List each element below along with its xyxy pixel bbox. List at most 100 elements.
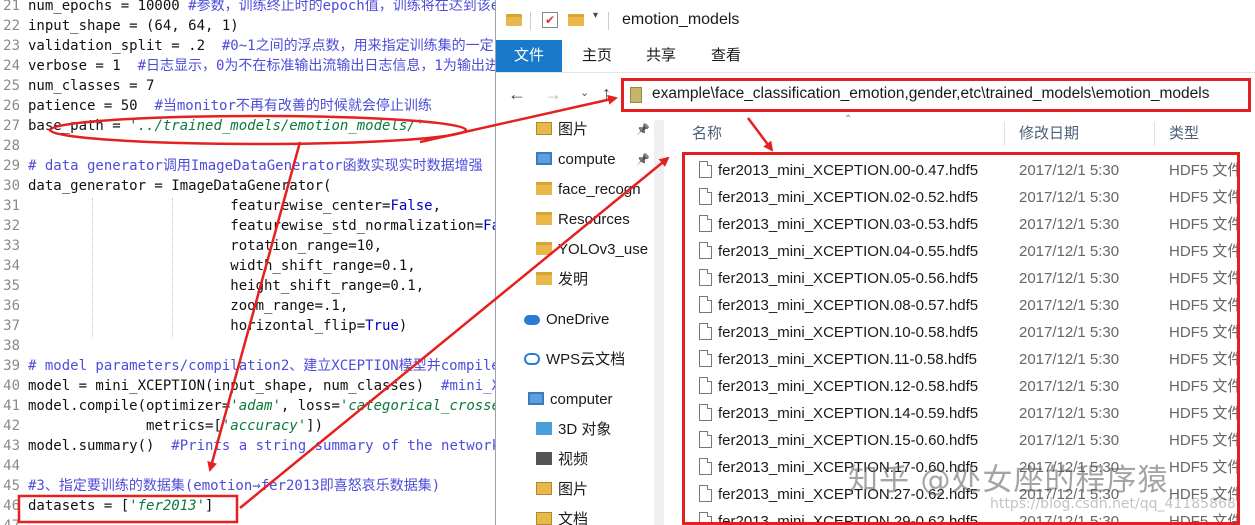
address-bar[interactable]: example\face_classification_emotion,gend… [621, 78, 1251, 112]
code-line: 29 # data generator调用ImageDataGenerator函数… [0, 156, 495, 176]
file-row[interactable]: fer2013_mini_XCEPTION.12-0.58.hdf5 2017/1… [685, 373, 1237, 400]
nav-item[interactable]: 发明 [536, 265, 588, 295]
pin-icon[interactable]: 📌 [636, 145, 650, 175]
file-icon [699, 188, 712, 205]
file-name: fer2013_mini_XCEPTION.11-0.58.hdf5 [718, 351, 978, 368]
file-type: HDF5 文件 [1169, 459, 1240, 476]
folder-icon [536, 242, 552, 255]
nav-item[interactable]: compute 📌 [536, 145, 650, 175]
file-icon [699, 377, 712, 394]
navigation-bar: ← → ⌄ ↑ example\face_classification_emot… [496, 72, 1255, 120]
file-name: fer2013_mini_XCEPTION.05-0.56.hdf5 [718, 270, 979, 287]
code-token: # data generator调用ImageDataGenerator函数实现… [28, 158, 483, 174]
nav-item[interactable]: YOLOv3_use [536, 235, 648, 265]
nav-item[interactable]: Resources [536, 205, 630, 235]
back-arrow-icon[interactable]: ← [508, 84, 526, 105]
nav-item[interactable]: OneDrive [524, 305, 609, 335]
nav-item-label: computer [550, 391, 613, 408]
file-row[interactable]: fer2013_mini_XCEPTION.00-0.47.hdf5 2017/1… [685, 157, 1240, 184]
divider [1004, 122, 1005, 146]
file-type: HDF5 文件 [1169, 351, 1240, 368]
code-line: 35 height_shift_range=0.1, [0, 276, 495, 296]
column-header-date[interactable]: 修改日期 [1019, 120, 1079, 148]
file-date: 2017/12/1 5:30 [1019, 270, 1120, 287]
computer-icon [528, 392, 544, 405]
tab-file[interactable]: 文件 [496, 40, 562, 72]
nav-scrollbar[interactable] [654, 120, 664, 525]
line-number: 41 [3, 398, 20, 414]
column-header-name[interactable]: 名称 [692, 120, 722, 148]
line-number: 38 [3, 338, 20, 354]
line-number: 40 [3, 378, 20, 394]
line-number: 43 [3, 438, 20, 454]
nav-item-label: Resources [558, 211, 630, 228]
code-line: 42 metrics=['accuracy']) [0, 416, 495, 436]
code-line: 22 input_shape = (64, 64, 1) [0, 16, 495, 36]
file-icon [699, 512, 712, 522]
file-row[interactable]: fer2013_mini_XCEPTION.15-0.60.hdf5 2017/1… [685, 427, 1237, 454]
line-number: 44 [3, 458, 20, 474]
file-date: 2017/12/1 5:30 [1019, 405, 1120, 422]
file-row[interactable]: fer2013_mini_XCEPTION.05-0.56.hdf5 2017/1… [685, 265, 1237, 292]
file-row[interactable]: fer2013_mini_XCEPTION.08-0.57.hdf5 2017/1… [685, 292, 1237, 319]
recent-locations-chevron-icon[interactable]: ⌄ [580, 86, 589, 99]
nav-item[interactable]: 图片 [536, 475, 588, 505]
file-row[interactable]: fer2013_mini_XCEPTION.02-0.52.hdf5 2017/1… [685, 184, 1240, 211]
file-type: HDF5 文件 [1169, 162, 1240, 179]
code-line: 40 model = mini_XCEPTION(input_shape, num… [0, 376, 495, 396]
line-number: 31 [3, 198, 20, 214]
file-row[interactable]: fer2013_mini_XCEPTION.03-0.53.hdf5 2017/1… [685, 211, 1237, 238]
quick-access-dropdown-icon[interactable]: ▾ [593, 10, 598, 21]
file-row[interactable]: fer2013_mini_XCEPTION.11-0.58.hdf5 2017/1… [685, 346, 1240, 373]
code-line: 33 rotation_range=10, [0, 236, 495, 256]
new-folder-icon[interactable] [568, 14, 584, 26]
nav-item-label: 图片 [558, 481, 589, 498]
nav-item[interactable]: 文档 [536, 505, 588, 525]
code-token: height_shift_range=0.1, [28, 278, 425, 294]
line-number: 32 [3, 218, 20, 234]
tab-view[interactable]: 查看 [711, 40, 741, 72]
properties-check-icon[interactable]: ✔ [542, 12, 558, 28]
file-date: 2017/12/1 5:30 [1019, 351, 1120, 368]
nav-item[interactable]: 3D 对象 [536, 415, 611, 445]
file-date: 2017/12/1 5:30 [1019, 189, 1120, 206]
line-number: 25 [3, 78, 20, 94]
file-row[interactable]: fer2013_mini_XCEPTION.10-0.58.hdf5 2017/1… [685, 319, 1237, 346]
nav-item[interactable]: computer [528, 385, 613, 415]
code-token: num_epochs = 10000 [28, 0, 189, 14]
file-date: 2017/12/1 5:30 [1019, 216, 1120, 233]
nav-item[interactable]: 视频 [536, 445, 588, 475]
code-editor[interactable]: 21 num_epochs = 10000 #参数，训练终止时的epoch值，训练… [0, 0, 495, 525]
file-explorer-window: ✔ ▾ emotion_models 文件 主页 共享 查看 ← → ⌄ ↑ e… [495, 0, 1255, 525]
file-row[interactable]: fer2013_mini_XCEPTION.04-0.55.hdf5 2017/1… [685, 238, 1237, 265]
divider [1154, 122, 1155, 146]
nav-item[interactable]: 图片 📌 [536, 115, 650, 145]
line-number: 24 [3, 58, 20, 74]
nav-item[interactable]: face_recogn [536, 175, 641, 205]
tab-home[interactable]: 主页 [582, 40, 612, 72]
file-name: fer2013_mini_XCEPTION.12-0.58.hdf5 [718, 378, 979, 395]
3d-objects-icon [536, 422, 552, 435]
up-arrow-icon[interactable]: ↑ [602, 83, 611, 104]
tab-share[interactable]: 共享 [646, 40, 676, 72]
code-token: True [365, 318, 399, 334]
divider [608, 12, 609, 30]
nav-item[interactable]: WPS云文档 [524, 345, 625, 375]
column-header-label: 修改日期 [1019, 125, 1080, 142]
forward-arrow-icon[interactable]: → [544, 84, 562, 105]
pin-icon[interactable]: 📌 [636, 115, 650, 145]
tab-label: 查看 [711, 47, 742, 64]
file-row[interactable]: fer2013_mini_XCEPTION.14-0.59.hdf5 2017/1… [685, 400, 1237, 427]
file-name: fer2013_mini_XCEPTION.04-0.55.hdf5 [718, 243, 979, 260]
picture-folder-icon [536, 482, 552, 495]
folder-icon [630, 87, 642, 103]
file-name: fer2013_mini_XCEPTION.29-0.62.hdf5 [718, 513, 979, 525]
code-token: 'categorical_crossentropy' [339, 398, 495, 414]
file-type: HDF5 文件 [1169, 189, 1240, 206]
column-header-type[interactable]: 类型 [1169, 120, 1199, 148]
picture-folder-icon [536, 122, 552, 135]
code-token: model = mini_XCEPTION(input_shape, num_c… [28, 378, 442, 394]
tab-label: 共享 [646, 47, 677, 64]
code-token: #mini_XCEPTION [441, 378, 495, 394]
file-name: fer2013_mini_XCEPTION.02-0.52.hdf5 [718, 189, 979, 206]
